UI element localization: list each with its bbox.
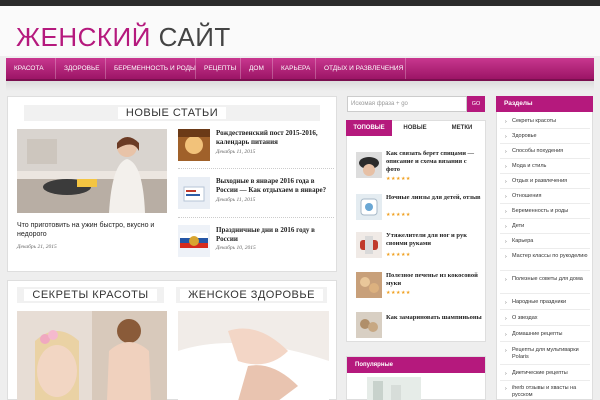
search-input[interactable]: Искомая фраза + go [347, 96, 467, 112]
featured-sections-panel: СЕКРЕТЫ КРАСОТЫ ЖЕНСКОЕ ЗДОРОВЬЕ [7, 280, 337, 400]
nav-item-career[interactable]: КАРЬЕРА [273, 58, 316, 79]
divider [500, 128, 590, 129]
category-item[interactable]: Дети [496, 223, 593, 230]
divider [500, 293, 590, 294]
site-logo[interactable]: ЖЕНСКИЙ САЙТ [16, 22, 231, 52]
site-header: ЖЕНСКИЙ САЙТ [0, 6, 600, 56]
article-date-2: Декабрь 11, 2015 [216, 197, 256, 203]
main-article-image[interactable] [17, 129, 167, 213]
article-thumb-3[interactable] [178, 225, 210, 257]
site-title-part1: ЖЕНСКИЙ [16, 22, 151, 52]
popular-box: Популярные [346, 356, 486, 400]
divider [178, 168, 334, 169]
nav-shadow [6, 81, 594, 91]
popular-title-5[interactable]: Как замариновать шампиньоны [386, 314, 482, 322]
popular-thumb-2[interactable] [356, 194, 382, 220]
divider [178, 217, 334, 218]
popular-thumb-3[interactable] [356, 232, 382, 258]
category-item[interactable]: Полезные советы для дома [496, 276, 593, 283]
category-item[interactable]: Карьера [496, 238, 593, 245]
article-thumb-1[interactable] [178, 129, 210, 161]
category-item[interactable]: Отдых и развлечения [496, 178, 593, 185]
popular-title-4[interactable]: Полезное печенье из кокосовой муки [386, 272, 482, 288]
popular-thumb-4[interactable] [356, 272, 382, 298]
category-item[interactable]: Народные праздники [496, 299, 593, 306]
category-item[interactable]: Способы похудения [496, 148, 593, 155]
beauty-section-title[interactable]: СЕКРЕТЫ КРАСОТЫ [17, 287, 164, 303]
nav-item-recipes[interactable]: РЕЦЕПТЫ [196, 58, 241, 79]
category-item[interactable]: Беременность и роды [496, 208, 593, 215]
category-item[interactable]: Отношения [496, 193, 593, 200]
nav-item-home[interactable]: ДОМ [241, 58, 273, 79]
category-item[interactable]: Мастер классы по рукоделию [496, 253, 593, 260]
popular-thumb-5[interactable] [356, 312, 382, 338]
divider [500, 380, 590, 381]
divider [500, 248, 590, 249]
nav-item-beauty[interactable]: КРАСОТА [6, 58, 56, 79]
article-title-2[interactable]: Выходные в январе 2016 года в России — К… [216, 177, 334, 195]
popular-title-3[interactable]: Утяжелители для ног и рук своими руками [386, 232, 482, 248]
article-date-1: Декабрь 11, 2015 [216, 149, 256, 155]
main-article-date: Декабрь 21, 2015 [17, 244, 57, 250]
category-item[interactable]: Секреты красоты [496, 118, 593, 125]
search-button[interactable]: GO [467, 96, 485, 112]
divider [500, 188, 590, 189]
divider [500, 158, 590, 159]
popular-title-2[interactable]: Ночные линзы для детей, отзыв [386, 194, 482, 202]
main-article-title[interactable]: Что приготовить на ужин быстро, вкусно и… [17, 221, 167, 239]
health-section-title[interactable]: ЖЕНСКОЕ ЗДОРОВЬЕ [176, 287, 327, 303]
category-item[interactable]: iherb отзывы и хваcты на русском [496, 385, 593, 399]
tab-new[interactable]: НОВЫЕ [392, 120, 438, 136]
popular-box-title: Популярные [347, 357, 485, 373]
new-articles-title: НОВЫЕ СТАТЬИ [24, 105, 320, 121]
rating-stars: ★★★★★ [386, 212, 411, 218]
divider [500, 270, 590, 271]
category-item[interactable]: Здоровье [496, 133, 593, 140]
category-item[interactable]: Рецепты для мультиварки Polaris [496, 347, 593, 361]
article-title-1[interactable]: Рождественский пост 2015-2016, календарь… [216, 129, 334, 147]
category-item[interactable]: Домашние рецепты [496, 331, 593, 338]
widget-tabs: ТОПОВЫЕ НОВЫЕ МЕТКИ [346, 120, 486, 136]
divider [500, 218, 590, 219]
divider [500, 309, 590, 310]
nav-item-health[interactable]: ЗДОРОВЬЕ [56, 58, 106, 79]
rating-stars: ★★★★★ [386, 290, 411, 296]
tab-top[interactable]: ТОПОВЫЕ [346, 120, 392, 136]
tab-tags[interactable]: МЕТКИ [438, 120, 486, 136]
rating-stars: ★★★★★ [386, 252, 411, 258]
nav-item-pregnancy[interactable]: БЕРЕМЕННОСТЬ И РОДЫ [106, 58, 196, 79]
divider [500, 364, 590, 365]
divider [500, 341, 590, 342]
nav-item-leisure[interactable]: ОТДЫХ И РАЗВЛЕЧЕНИЯ [316, 58, 406, 79]
site-title-part2: САЙТ [158, 22, 231, 52]
popular-box-image[interactable] [367, 377, 421, 400]
main-nav: КРАСОТА ЗДОРОВЬЕ БЕРЕМЕННОСТЬ И РОДЫ РЕЦ… [6, 58, 594, 81]
divider [500, 173, 590, 174]
article-thumb-2[interactable] [178, 177, 210, 209]
article-date-3: Декабрь 10, 2015 [216, 245, 256, 251]
divider [500, 143, 590, 144]
divider [500, 325, 590, 326]
new-articles-panel: НОВЫЕ СТАТЬИ Что приготовить на ужин быс… [7, 96, 337, 272]
popular-title-1[interactable]: Как связать берет спицами — описание и с… [386, 150, 482, 174]
health-image[interactable] [178, 311, 329, 400]
rating-stars: ★★★★★ [386, 176, 411, 182]
popular-thumb-1[interactable] [356, 152, 382, 178]
beauty-image[interactable] [17, 311, 167, 400]
category-item[interactable]: О звездах [496, 315, 593, 322]
category-item[interactable]: Мода и стиль [496, 163, 593, 170]
article-title-3[interactable]: Праздничные дни в 2016 году в России [216, 226, 334, 244]
categories-title: Разделы [496, 96, 593, 112]
divider [500, 203, 590, 204]
divider [500, 233, 590, 234]
category-item[interactable]: Диетические рецепты [496, 370, 593, 377]
